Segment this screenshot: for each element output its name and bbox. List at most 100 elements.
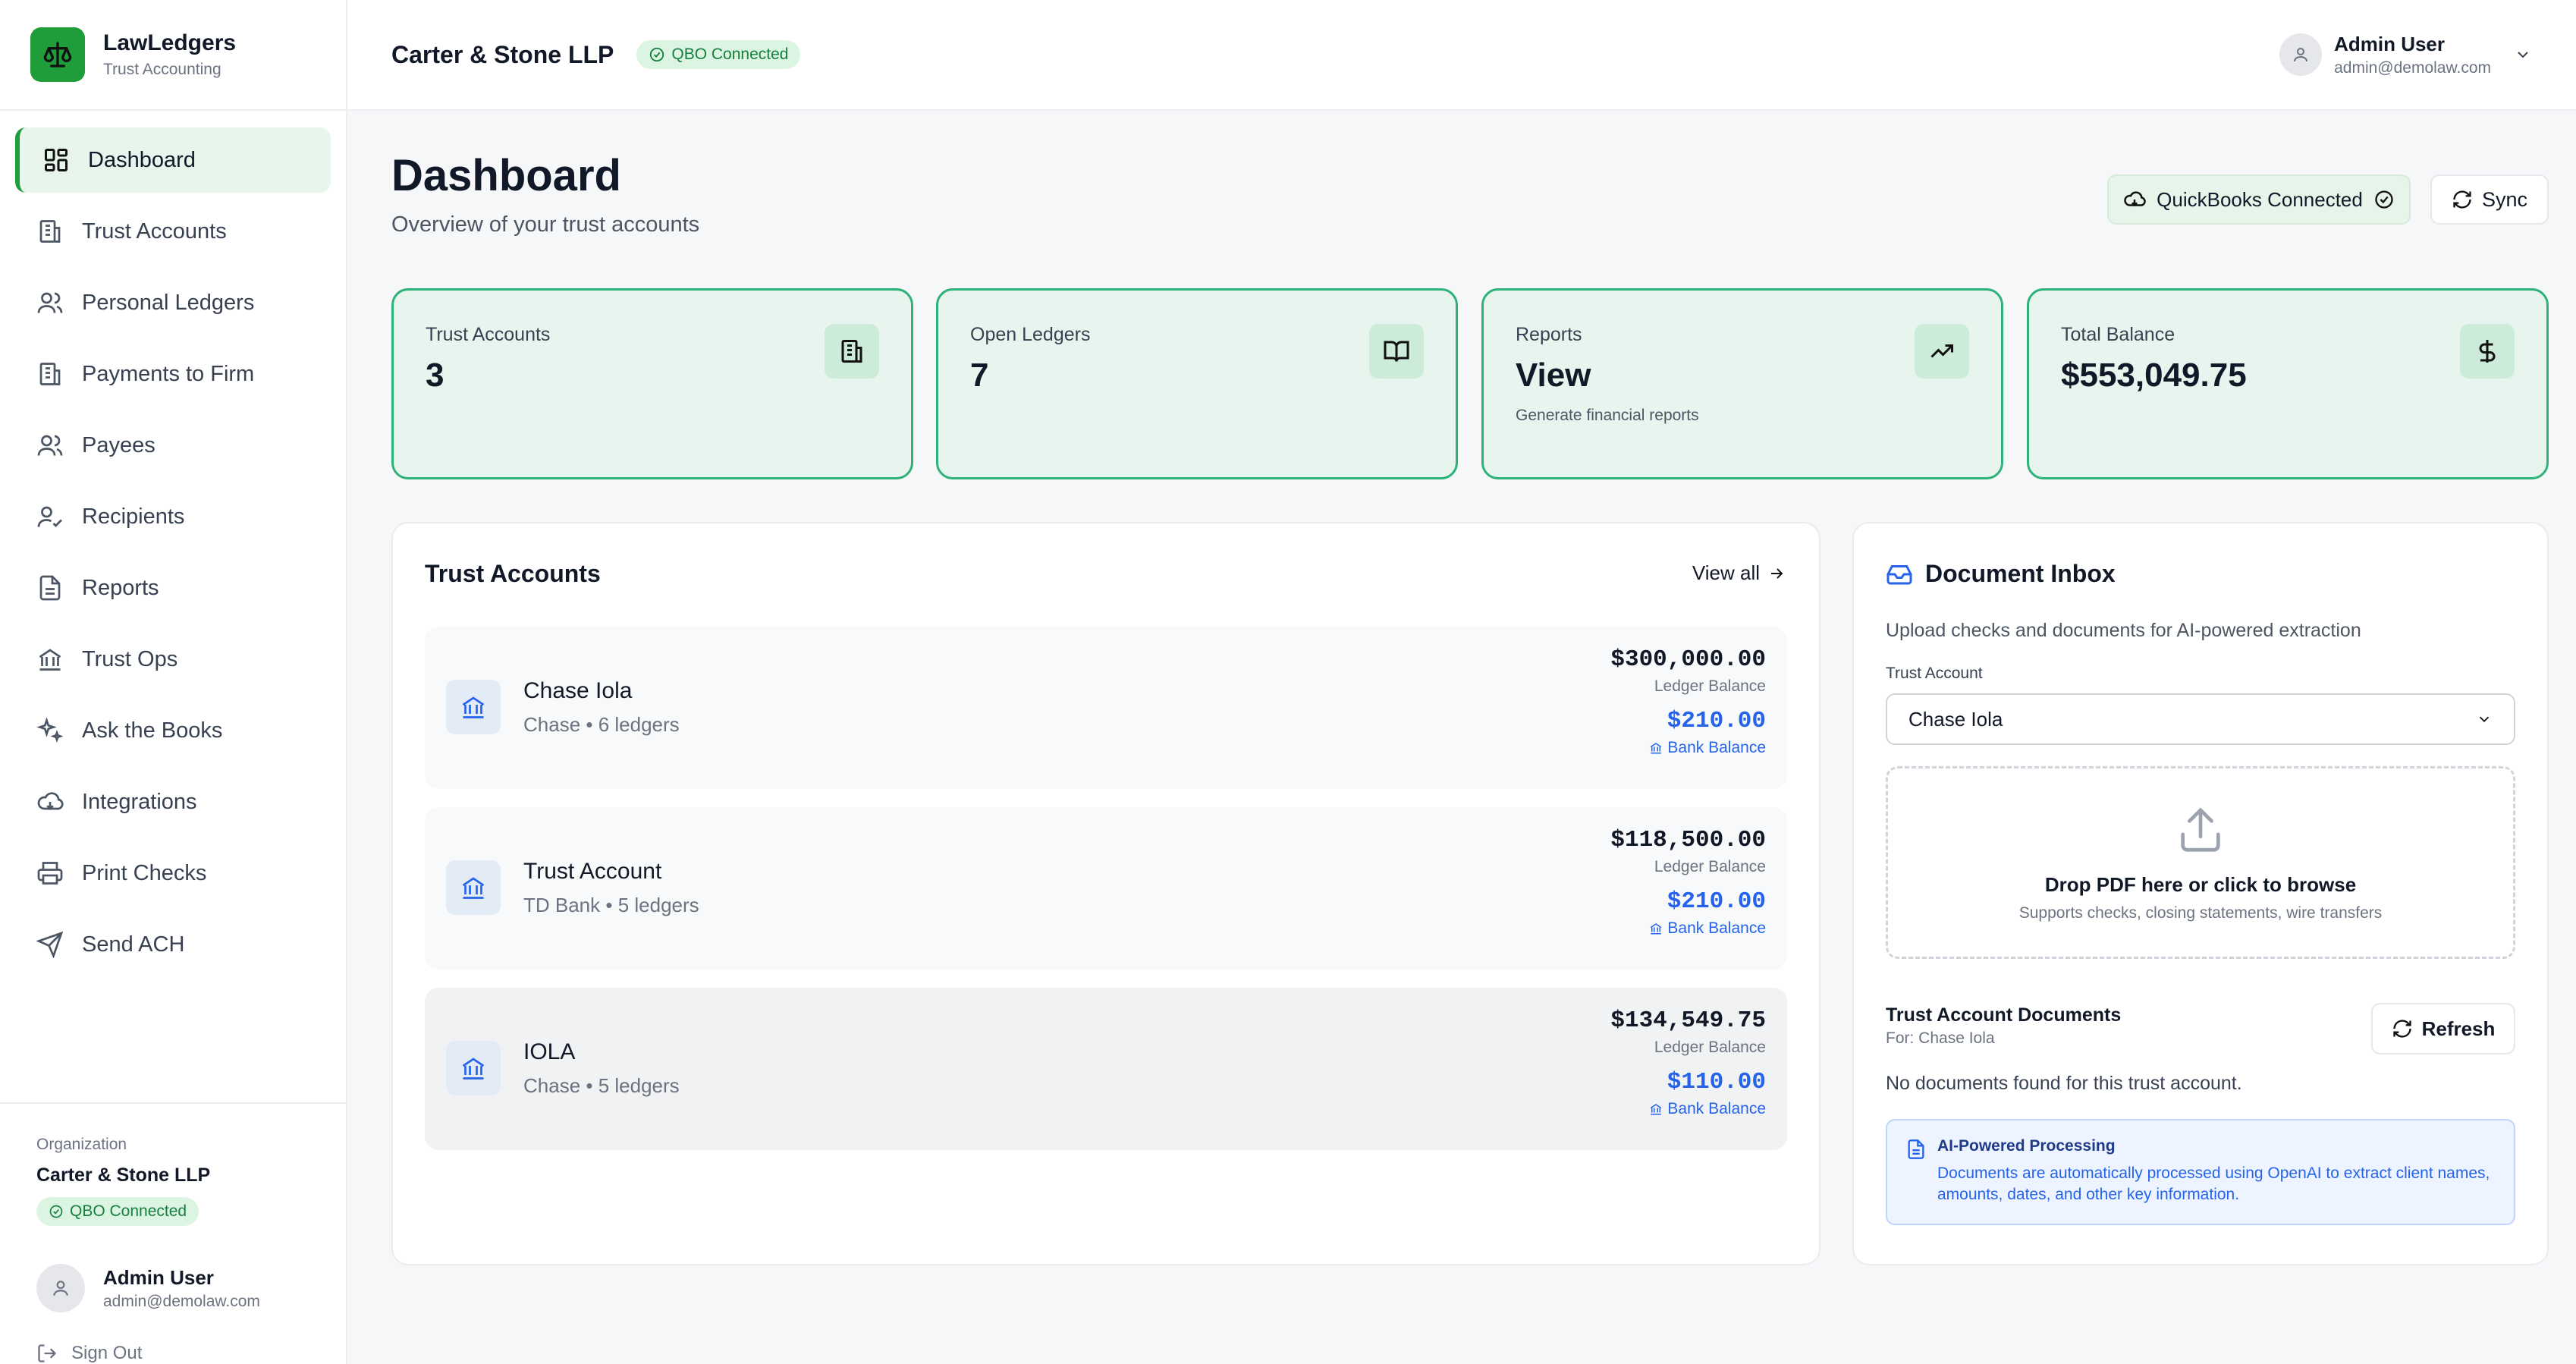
stat-label: Reports: [1516, 324, 1582, 345]
inbox-icon: [1886, 564, 1912, 584]
sync-button-label: Sync: [2481, 187, 2528, 211]
building-icon: [825, 324, 879, 379]
sidebar-item-label: Personal Ledgers: [82, 290, 255, 315]
refresh-icon: [2392, 1020, 2411, 1038]
ledger-balance: $300,000.00: [1610, 646, 1766, 673]
ledger-balance-label: Ledger Balance: [1654, 1039, 1766, 1056]
trust-account-field-label: Trust Account: [1886, 665, 1983, 682]
stat-card-open-ledgers[interactable]: Open Ledgers 7: [936, 288, 1458, 479]
sidebar-item-payments-to-firm[interactable]: Payments to Firm: [15, 341, 331, 407]
ledger-balance-label: Ledger Balance: [1654, 677, 1766, 695]
sidebar-item-payees[interactable]: Payees: [15, 413, 331, 478]
org-status-text: QBO Connected: [70, 1202, 187, 1220]
page-title: Dashboard: [391, 151, 621, 200]
sidebar-item-trust-ops[interactable]: Trust Ops: [15, 627, 331, 692]
sidebar-item-reports[interactable]: Reports: [15, 555, 331, 621]
stat-value: 7: [970, 357, 989, 394]
trust-account-select[interactable]: Chase Iola: [1886, 693, 2515, 745]
trust-account-documents-header: Trust Account Documents For: Chase Iola …: [1886, 1003, 2515, 1058]
bank-icon: [446, 1041, 501, 1095]
trust-account-row[interactable]: Trust Account TD Bank • 5 ledgers $118,5…: [425, 807, 1787, 970]
document-inbox-title: Document Inbox: [1925, 560, 2116, 587]
trust-accounts-card: Trust Accounts View all Chase Iola Chase…: [391, 522, 1820, 1265]
refresh-icon: [2453, 190, 2471, 209]
top-header: Carter & Stone LLP QBO Connected Admin U…: [347, 0, 2576, 111]
bank-balance-label-row: Bank Balance: [1610, 1100, 1766, 1118]
bank-balance: $210.00: [1667, 888, 1766, 915]
ledger-balance: $134,549.75: [1610, 1007, 1766, 1034]
bank-balance-label-row: Bank Balance: [1610, 919, 1766, 938]
arrow-right-icon: [1771, 567, 1783, 579]
stat-value: 3: [426, 357, 445, 394]
stat-label: Trust Accounts: [426, 324, 551, 345]
trust-accounts-title: Trust Accounts: [425, 560, 601, 587]
stat-card-trust-accounts[interactable]: Trust Accounts 3: [391, 288, 913, 479]
file-icon: [1908, 1139, 1924, 1159]
brand[interactable]: LawLedgers Trust Accounting: [0, 0, 346, 111]
user-menu[interactable]: Admin User admin@demolaw.com: [2279, 33, 2532, 77]
ledger-balance-label: Ledger Balance: [1654, 858, 1766, 875]
sign-out-button[interactable]: Sign Out: [36, 1343, 309, 1364]
trust-account-row[interactable]: IOLA Chase • 5 ledgers $134,549.75 Ledge…: [425, 988, 1787, 1150]
sidebar-item-dashboard[interactable]: Dashboard: [15, 127, 331, 193]
printer-icon: [37, 862, 63, 885]
trust-account-selected-value: Chase Iola: [1908, 707, 2003, 731]
brand-name: LawLedgers: [103, 30, 237, 55]
quickbooks-button-label: QuickBooks Connected: [2157, 187, 2363, 211]
check-circle-icon: [2375, 190, 2393, 209]
document-inbox-card: Document Inbox Upload checks and documen…: [1852, 522, 2549, 1265]
sidebar-item-trust-accounts[interactable]: Trust Accounts: [15, 199, 331, 264]
sidebar-item-label: Print Checks: [82, 860, 207, 885]
drop-zone-title: Drop PDF here or click to browse: [2044, 872, 2357, 896]
account-meta: Chase • 5 ledgers: [523, 1074, 680, 1097]
user-email: admin@demolaw.com: [103, 1292, 260, 1310]
sidebar-item-label: Payments to Firm: [82, 361, 255, 386]
bank-icon: [1651, 743, 1662, 754]
sidebar-user[interactable]: Admin User admin@demolaw.com: [36, 1264, 309, 1312]
sidebar: LawLedgers Trust Accounting Dashboard Tr…: [0, 0, 347, 1364]
trust-account-row[interactable]: Chase Iola Chase • 6 ledgers $300,000.00…: [425, 627, 1787, 789]
user-icon: [2294, 48, 2308, 62]
pdf-drop-zone[interactable]: Drop PDF here or click to browse Support…: [1886, 766, 2515, 959]
book-icon: [1369, 324, 1424, 379]
refresh-button-label: Refresh: [2421, 1017, 2496, 1040]
stat-value: View: [1516, 357, 1591, 394]
sparkles-icon: [36, 717, 64, 743]
org-label: Organization: [36, 1136, 127, 1153]
refresh-button[interactable]: Refresh: [2371, 1003, 2515, 1054]
quickbooks-connected-button[interactable]: QuickBooks Connected: [2107, 174, 2411, 225]
user-name: Admin User: [2334, 32, 2446, 55]
view-all-label: View all: [1692, 561, 1760, 584]
users-icon: [37, 435, 63, 456]
organization-panel: Organization Carter & Stone LLP QBO Conn…: [0, 1102, 346, 1364]
qbo-status-badge: QBO Connected: [636, 40, 801, 69]
ledger-balance: $118,500.00: [1610, 827, 1766, 853]
user-check-icon: [37, 506, 62, 527]
bank-balance-label-row: Bank Balance: [1610, 739, 1766, 757]
stat-card-total-balance[interactable]: Total Balance $553,049.75: [2027, 288, 2549, 479]
sidebar-item-ask-the-books[interactable]: Ask the Books: [15, 698, 331, 763]
no-documents-message: No documents found for this trust accoun…: [1886, 1073, 2242, 1094]
sidebar-item-recipients[interactable]: Recipients: [15, 484, 331, 549]
drop-zone-subtitle: Supports checks, closing statements, wir…: [2018, 904, 2383, 922]
sidebar-item-personal-ledgers[interactable]: Personal Ledgers: [15, 270, 331, 335]
stat-note: Generate financial reports: [1516, 407, 1699, 424]
brand-subtitle: Trust Accounting: [103, 61, 221, 78]
stat-card-reports[interactable]: Reports View Generate financial reports: [1481, 288, 2003, 479]
sidebar-item-integrations[interactable]: Integrations: [15, 769, 331, 834]
org-status-badge: QBO Connected: [36, 1197, 199, 1226]
sidebar-item-send-ach[interactable]: Send ACH: [15, 912, 331, 977]
sidebar-item-label: Trust Accounts: [82, 218, 227, 244]
sidebar-item-label: Ask the Books: [82, 718, 223, 743]
bank-icon: [1651, 1104, 1662, 1115]
main-content: Dashboard Overview of your trust account…: [391, 111, 2549, 1265]
inbox-description: Upload checks and documents for AI-power…: [1886, 620, 2361, 641]
sync-button[interactable]: Sync: [2430, 174, 2549, 225]
account-name: Trust Account: [523, 859, 662, 884]
bank-icon: [39, 649, 61, 671]
view-all-link[interactable]: View all: [1692, 561, 1786, 585]
account-name: IOLA: [523, 1039, 576, 1064]
sidebar-item-print-checks[interactable]: Print Checks: [15, 841, 331, 906]
chevron-down-icon: [2518, 52, 2528, 58]
check-circle-icon: [650, 47, 664, 62]
